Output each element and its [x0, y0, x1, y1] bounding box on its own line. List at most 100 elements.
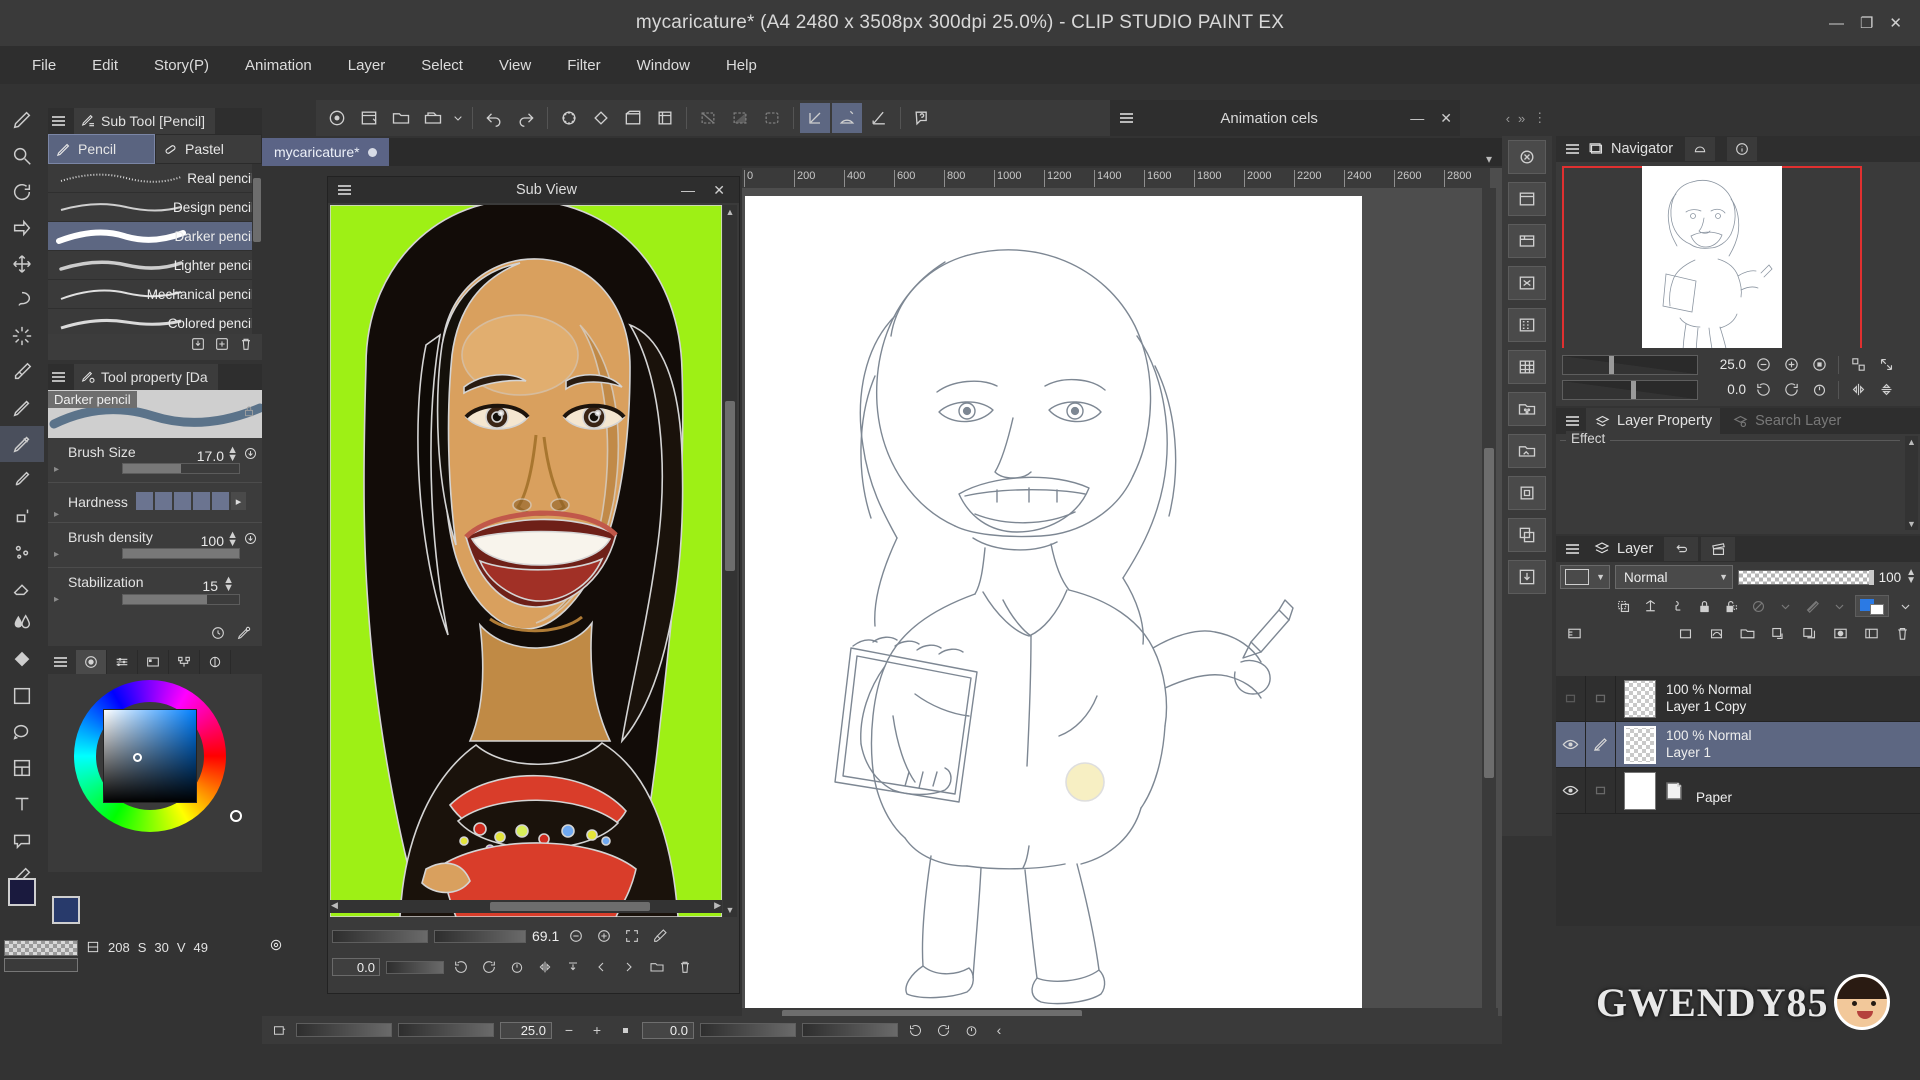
minimize-button[interactable]: — — [1829, 16, 1844, 31]
navigator-tab[interactable]: Navigator — [1588, 141, 1673, 158]
new-vector-layer-icon[interactable] — [1704, 623, 1728, 643]
navigator-rotate-right-icon[interactable] — [1780, 379, 1802, 401]
sub-tool-item-real-pencil[interactable]: Real pencil — [48, 164, 262, 193]
scroll-down-icon[interactable]: ▼ — [1905, 518, 1918, 530]
crop-icon[interactable] — [650, 103, 680, 133]
brush-density-dropdown-icon[interactable] — [243, 531, 258, 549]
tool-gradient-icon[interactable] — [0, 678, 44, 714]
quick-access-icon[interactable] — [322, 103, 352, 133]
layer-edit-indicator[interactable] — [1586, 722, 1616, 768]
rail-new-raster-layer[interactable] — [1502, 178, 1552, 220]
tool-pencil-icon[interactable] — [0, 426, 44, 462]
transparent-color-swatch[interactable] — [4, 940, 78, 956]
navigator-zoom-out-icon[interactable] — [1752, 354, 1774, 376]
layer-color-combo[interactable]: ▼ — [1560, 565, 1610, 589]
menu-story[interactable]: Story(P) — [136, 53, 227, 78]
new-layer-folder-icon[interactable] — [1735, 623, 1759, 643]
status-fit-button[interactable] — [614, 1019, 636, 1041]
layer-edit-indicator[interactable] — [1586, 676, 1616, 722]
foreground-color-swatch[interactable] — [8, 878, 36, 906]
tab-search-layer[interactable]: Search Layer — [1724, 408, 1849, 434]
save-dropdown-icon[interactable] — [450, 103, 466, 133]
menu-window[interactable]: Window — [619, 53, 708, 78]
canvas-vertical-scrollbar[interactable] — [1482, 188, 1496, 1010]
tool-fill-icon[interactable] — [0, 642, 44, 678]
navigator-flip-vertical-icon[interactable] — [1875, 379, 1897, 401]
apply-mask-icon[interactable] — [1859, 623, 1883, 643]
hardness-level-3[interactable] — [174, 492, 191, 510]
hue-marker[interactable] — [230, 810, 242, 822]
hardness-selector[interactable]: ▸ — [136, 492, 246, 510]
chevron-down-icon[interactable]: ▼ — [1719, 572, 1728, 582]
sub-view-reset-rotate-icon[interactable] — [506, 956, 528, 978]
sub-tool-item-darker-pencil[interactable]: Darker pencil — [48, 222, 262, 251]
navigator-zoom-in-icon[interactable] — [1780, 354, 1802, 376]
layer-edit-indicator[interactable] — [1586, 768, 1616, 814]
layer-property-scrollbar[interactable]: ▲ ▼ — [1905, 436, 1918, 530]
layer-thumbnail[interactable] — [1624, 772, 1656, 810]
add-sub-tool-icon[interactable] — [214, 336, 230, 355]
sub-tool-scrollbar[interactable] — [252, 164, 262, 334]
status-page-icon[interactable] — [268, 1019, 290, 1041]
tool-property-tab[interactable]: Tool property [Da — [74, 364, 218, 390]
menu-animation[interactable]: Animation — [227, 53, 330, 78]
animation-cels-close[interactable]: ✕ — [1432, 110, 1460, 127]
brush-density-slider[interactable] — [122, 548, 240, 559]
layer-opacity-slider[interactable] — [1738, 570, 1874, 585]
menu-view[interactable]: View — [481, 53, 549, 78]
sub-view-open-image-icon[interactable] — [646, 956, 668, 978]
set-reference-layer-icon[interactable] — [1639, 595, 1661, 617]
tool-frame-border-icon[interactable] — [0, 750, 44, 786]
layer-list-view-icon[interactable] — [1562, 623, 1586, 643]
navigator-preview[interactable] — [1556, 162, 1920, 374]
tab-animation-timeline-icon[interactable] — [1664, 537, 1698, 561]
set-draft-layer-icon[interactable] — [1666, 595, 1688, 617]
navigator-rotate-left-icon[interactable] — [1752, 379, 1774, 401]
invert-selection-icon[interactable] — [725, 103, 755, 133]
navigator-fit-window-icon[interactable] — [1847, 354, 1869, 376]
menu-file[interactable]: File — [14, 53, 74, 78]
layer-blend-mode-combo[interactable]: Normal ▼ — [1615, 565, 1733, 589]
sub-view-reference-photo[interactable] — [330, 205, 722, 917]
layer-opacity-stepper[interactable]: ▲▼ — [1906, 569, 1916, 585]
navigator-rotate-value[interactable]: 0.0 — [1704, 382, 1746, 397]
sub-tool-item-colored-pencil[interactable]: Colored pencil — [48, 309, 262, 334]
status-zoom-slider-2[interactable] — [398, 1023, 494, 1037]
status-rotate-right-icon[interactable] — [932, 1019, 954, 1041]
select-all-icon[interactable] — [618, 103, 648, 133]
layer-row-layer-1[interactable]: 100 % Normal Layer 1 — [1556, 722, 1920, 768]
chevron-down-icon[interactable]: ▼ — [1596, 572, 1605, 582]
import-sub-tool-icon[interactable] — [190, 336, 206, 355]
help-icon[interactable] — [907, 103, 937, 133]
navigator-tab-subview-icon[interactable] — [1685, 137, 1715, 161]
redo-icon[interactable] — [511, 103, 541, 133]
color-wheel-area[interactable] — [48, 674, 262, 844]
sub-view-flip-icon[interactable] — [534, 956, 556, 978]
open-file-icon[interactable] — [386, 103, 416, 133]
expand-caret-icon[interactable]: ▸ — [54, 464, 59, 475]
document-tab-mycaricature[interactable]: mycaricature* — [262, 138, 389, 166]
layer-row-layer-1-copy[interactable]: 100 % Normal Layer 1 Copy — [1556, 676, 1920, 722]
lock-icon[interactable] — [242, 404, 256, 421]
status-collapse-icon[interactable]: ‹ — [988, 1019, 1010, 1041]
rail-material-folder[interactable] — [1502, 388, 1552, 430]
layer-color-indicator[interactable] — [1855, 595, 1889, 617]
sub-view-rotate-left-icon[interactable] — [450, 956, 472, 978]
combine-down-icon[interactable] — [1797, 623, 1821, 643]
expand-caret-icon[interactable]: ▸ — [54, 594, 59, 605]
tab-color-slider[interactable] — [107, 650, 138, 674]
scroll-up-icon[interactable]: ▲ — [1905, 436, 1918, 448]
sub-tool-tab-pencil[interactable]: Pencil — [48, 134, 155, 164]
layer-row-paper[interactable]: Paper — [1556, 768, 1920, 814]
tool-rotate-icon[interactable] — [0, 174, 44, 210]
brush-density-value[interactable]: 100 — [201, 533, 224, 549]
status-zoom-value[interactable]: 25.0 — [500, 1022, 552, 1039]
layer-color-dropdown-icon[interactable] — [1894, 595, 1916, 617]
layer-visibility-toggle[interactable] — [1556, 768, 1586, 814]
sub-view-prev-image-icon[interactable] — [590, 956, 612, 978]
sub-tool-menu-icon[interactable] — [52, 113, 68, 129]
scroll-left-icon[interactable]: ◀ — [331, 900, 338, 911]
tool-decoration-icon[interactable] — [0, 534, 44, 570]
sub-view-rotate-value[interactable]: 0.0 — [332, 958, 380, 976]
brush-size-dropdown-icon[interactable] — [243, 446, 258, 464]
